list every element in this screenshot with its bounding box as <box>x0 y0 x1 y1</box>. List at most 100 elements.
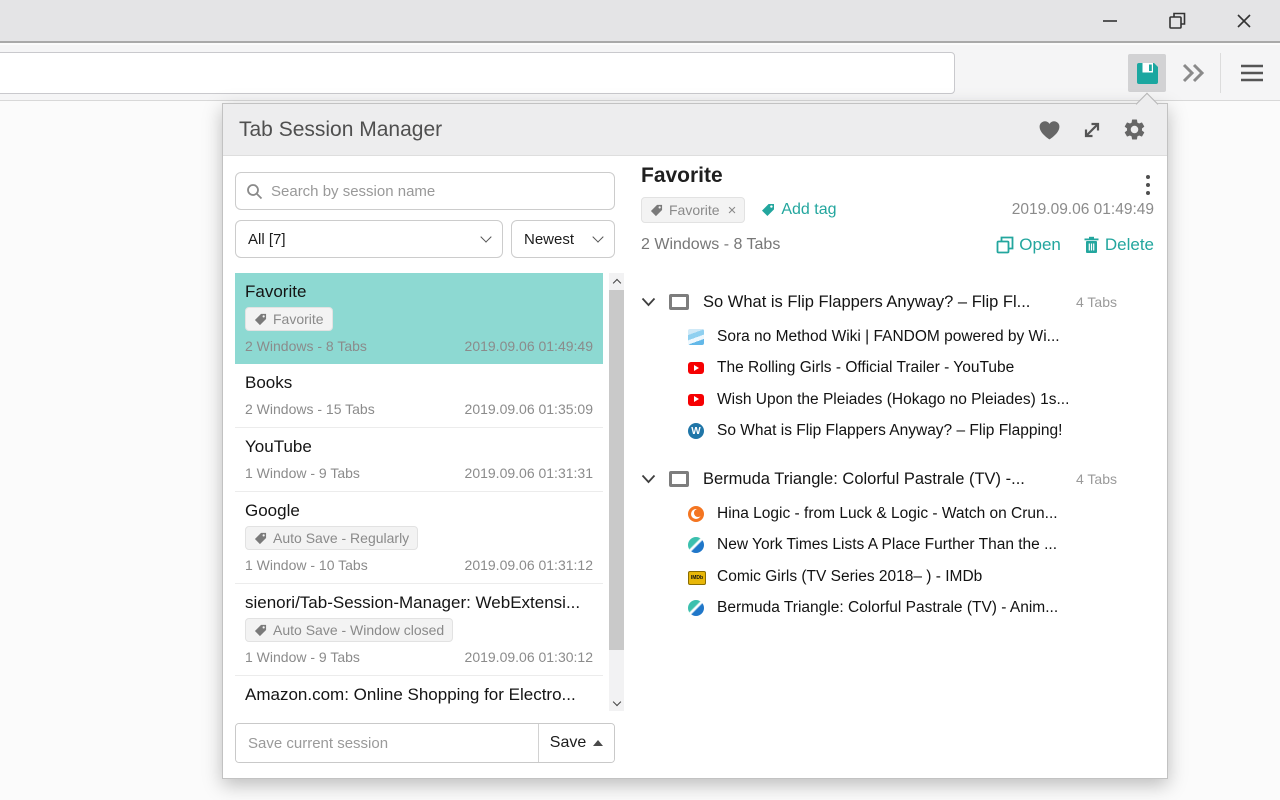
fandom-favicon <box>688 329 704 345</box>
wordpress-favicon <box>688 423 704 439</box>
detail-date: 2019.09.06 01:49:49 <box>1012 201 1154 219</box>
popup-title: Tab Session Manager <box>239 118 1037 142</box>
minimize-button[interactable] <box>1095 6 1125 36</box>
tag-filter-dropdown[interactable]: All [7] <box>235 220 503 258</box>
collapse-chevron-icon[interactable] <box>641 474 656 484</box>
heart-icon[interactable] <box>1037 118 1062 141</box>
tab-session-manager-extension-button[interactable] <box>1128 54 1166 92</box>
browser-menu-button[interactable] <box>1236 59 1268 87</box>
tab-row[interactable]: Hina Logic - from Luck & Logic - Watch o… <box>641 498 1117 530</box>
hamburger-icon <box>1240 63 1264 83</box>
tab-row[interactable]: Wish Upon the Pleiades (Hokago no Pleiad… <box>641 384 1117 416</box>
tab-row[interactable]: So What is Flip Flappers Anyway? – Flip … <box>641 416 1117 448</box>
tag-icon <box>254 313 267 326</box>
close-button[interactable] <box>1229 6 1259 36</box>
remove-tag-button[interactable]: × <box>728 202 737 219</box>
window-titlebar <box>0 0 1280 43</box>
session-detail-panel: Favorite Favorite × Add tag 2019.09.06 0… <box>641 164 1167 779</box>
detail-meta: 2 Windows - 8 Tabs <box>641 236 780 254</box>
session-date: 2019.09.06 01:31:12 <box>465 557 593 573</box>
session-list-scrollbar[interactable] <box>609 273 624 711</box>
detail-menu-button[interactable] <box>1143 172 1153 198</box>
gear-icon[interactable] <box>1122 117 1147 142</box>
session-item-favorite[interactable]: Favorite Favorite 2 Windows - 8 Tabs 201… <box>235 273 603 364</box>
tab-row[interactable]: Sora no Method Wiki | FANDOM powered by … <box>641 321 1117 353</box>
open-session-button[interactable]: Open <box>996 235 1061 255</box>
search-input[interactable] <box>271 183 604 200</box>
chevron-down-icon <box>480 231 491 242</box>
session-meta: 2 Windows - 8 Tabs <box>245 338 367 354</box>
detail-tag-chip: Favorite × <box>641 197 745 223</box>
anime-news-network-favicon <box>688 537 704 553</box>
session-title: Google <box>245 500 593 522</box>
session-list: Favorite Favorite 2 Windows - 8 Tabs 201… <box>235 273 603 713</box>
toolbar-overflow-button[interactable] <box>1176 59 1210 87</box>
popup-header: Tab Session Manager <box>223 104 1167 156</box>
toolbar-separator <box>1220 53 1221 93</box>
window-group: So What is Flip Flappers Anyway? – Flip … <box>641 287 1117 447</box>
delete-session-button[interactable]: Delete <box>1083 235 1154 255</box>
tag-icon <box>650 204 663 217</box>
chevron-down-icon <box>592 231 603 242</box>
window-tab-count: 4 Tabs <box>1076 294 1117 310</box>
session-date: 2019.09.06 01:35:09 <box>465 401 593 417</box>
tab-row[interactable]: Bermuda Triangle: Colorful Pastrale (TV)… <box>641 593 1117 625</box>
detail-title: Favorite <box>641 164 1167 188</box>
session-tag-chip: Auto Save - Regularly <box>245 526 418 550</box>
window-icon <box>669 471 689 487</box>
window-icon <box>669 294 689 310</box>
open-windows-icon <box>996 236 1014 254</box>
double-chevron-right-icon <box>1180 61 1206 85</box>
session-title: Amazon.com: Online Shopping for Electro.… <box>245 684 593 706</box>
session-search-box <box>235 172 615 210</box>
session-meta: 1 Window - 9 Tabs <box>245 649 360 665</box>
window-group: Bermuda Triangle: Colorful Pastrale (TV)… <box>641 464 1117 624</box>
trash-icon <box>1083 236 1100 254</box>
tab-session-manager-popup: Tab Session Manager All [7] <box>222 103 1168 779</box>
tag-icon <box>254 624 267 637</box>
window-header[interactable]: Bermuda Triangle: Colorful Pastrale (TV)… <box>641 464 1117 494</box>
save-session-name-input[interactable] <box>236 724 538 762</box>
crunchyroll-favicon <box>688 506 704 522</box>
tag-icon <box>254 532 267 545</box>
floppy-disk-icon <box>1134 60 1161 87</box>
session-title: Favorite <box>245 281 593 303</box>
save-button[interactable]: Save <box>538 724 614 762</box>
scroll-down-button[interactable] <box>609 695 624 711</box>
tab-row[interactable]: Comic Girls (TV Series 2018– ) - IMDb <box>641 561 1117 593</box>
session-tag-chip: Auto Save - Window closed <box>245 618 453 642</box>
expand-icon[interactable] <box>1081 119 1103 141</box>
sort-value: Newest <box>524 231 594 248</box>
scroll-up-button[interactable] <box>609 273 624 289</box>
session-tag-chip: Favorite <box>245 307 333 331</box>
session-meta: 1 Window - 10 Tabs <box>245 557 368 573</box>
session-title: Books <box>245 372 593 394</box>
window-header[interactable]: So What is Flip Flappers Anyway? – Flip … <box>641 287 1117 317</box>
window-title: So What is Flip Flappers Anyway? – Flip … <box>703 293 1066 312</box>
tab-row[interactable]: New York Times Lists A Place Further Tha… <box>641 530 1117 562</box>
tab-row[interactable]: The Rolling Girls - Official Trailer - Y… <box>641 353 1117 385</box>
session-item-sienori[interactable]: sienori/Tab-Session-Manager: WebExtensi.… <box>235 584 603 676</box>
collapse-chevron-icon[interactable] <box>641 297 656 307</box>
tag-filter-value: All [7] <box>248 231 482 248</box>
session-date: 2019.09.06 01:49:49 <box>465 338 593 354</box>
session-item-google[interactable]: Google Auto Save - Regularly 1 Window - … <box>235 492 603 584</box>
window-title: Bermuda Triangle: Colorful Pastrale (TV)… <box>703 470 1066 489</box>
save-session-bar: Save <box>235 723 615 763</box>
scrollbar-thumb[interactable] <box>609 290 624 650</box>
restore-button[interactable] <box>1162 6 1192 36</box>
search-icon <box>246 183 263 200</box>
address-bar[interactable] <box>0 52 955 94</box>
sort-dropdown[interactable]: Newest <box>511 220 615 258</box>
window-tab-count: 4 Tabs <box>1076 471 1117 487</box>
youtube-favicon <box>688 360 704 376</box>
session-item-books[interactable]: Books 2 Windows - 15 Tabs 2019.09.06 01:… <box>235 364 603 428</box>
anime-news-network-favicon <box>688 600 704 616</box>
tab-tree: So What is Flip Flappers Anyway? – Flip … <box>641 287 1167 624</box>
session-item-amazon[interactable]: Amazon.com: Online Shopping for Electro.… <box>235 676 603 713</box>
youtube-favicon <box>688 392 704 408</box>
add-tag-button[interactable]: Add tag <box>761 201 836 219</box>
session-meta: 2 Windows - 15 Tabs <box>245 401 375 417</box>
session-item-youtube[interactable]: YouTube 1 Window - 9 Tabs 2019.09.06 01:… <box>235 428 603 492</box>
session-title: sienori/Tab-Session-Manager: WebExtensi.… <box>245 592 593 614</box>
